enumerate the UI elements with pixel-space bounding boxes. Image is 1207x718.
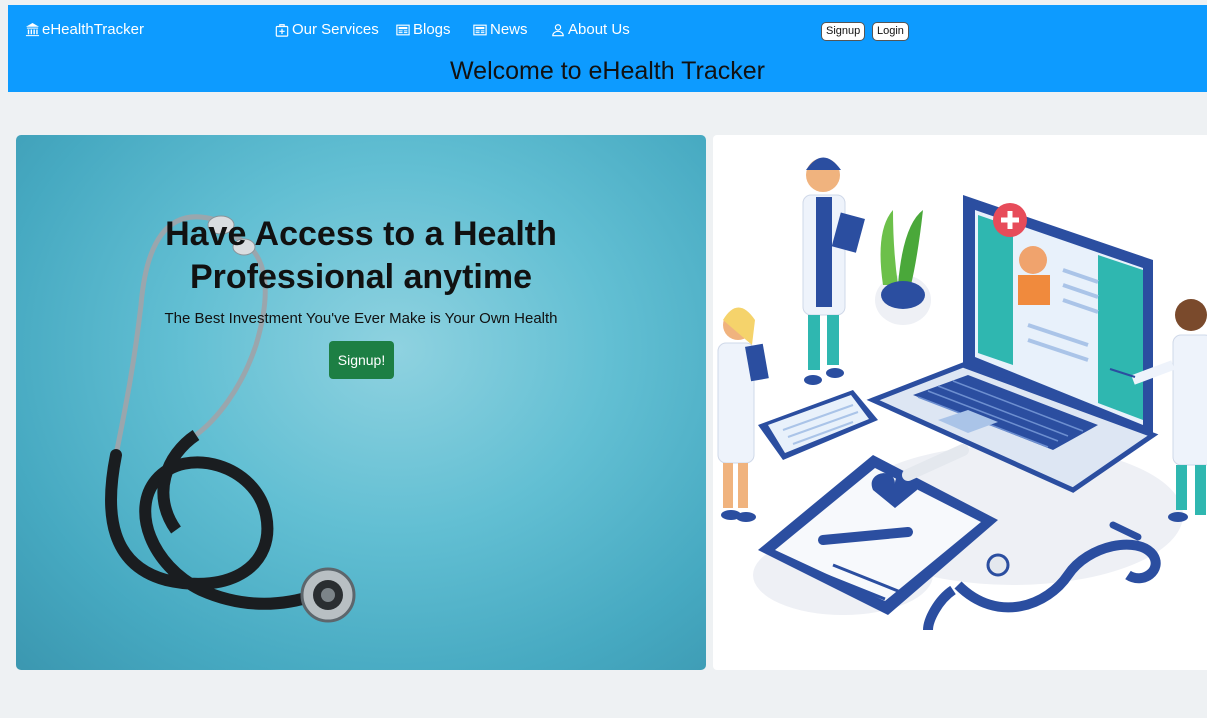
login-button[interactable]: Login: [872, 22, 909, 41]
nav-about-us-label: About Us: [568, 21, 630, 38]
newspaper-icon: [473, 24, 487, 35]
brand-link[interactable]: eHealthTracker: [25, 21, 144, 38]
bank-icon: [25, 22, 40, 37]
nav-news[interactable]: News: [473, 21, 528, 38]
newspaper-icon: [396, 24, 410, 35]
nav-our-services[interactable]: Our Services: [275, 21, 379, 38]
nav-blogs[interactable]: Blogs: [396, 21, 451, 38]
nav-about-us[interactable]: About Us: [551, 21, 630, 38]
nav-blogs-label: Blogs: [413, 21, 451, 38]
medical-bag-icon: [275, 23, 289, 37]
top-navbar: eHealthTracker Our Services Blogs News A…: [8, 5, 1207, 92]
person-icon: [552, 23, 564, 36]
brand-label: eHealthTracker: [42, 21, 144, 38]
telemedicine-illustration: [713, 135, 1207, 670]
doctors-laptop-image: [717, 157, 1207, 631]
signup-button[interactable]: Signup: [821, 22, 866, 41]
hero-subtitle: The Best Investment You've Ever Make is …: [164, 310, 558, 327]
hero-title: Have Access to a Health Professional any…: [165, 215, 557, 296]
welcome-heading: Welcome to eHealth Tracker: [450, 57, 765, 85]
nav-news-label: News: [490, 21, 528, 38]
hero-banner: Have Access to a Health Professional any…: [16, 135, 706, 670]
nav-our-services-label: Our Services: [292, 21, 379, 38]
hero-signup-button[interactable]: Signup!: [329, 341, 394, 379]
